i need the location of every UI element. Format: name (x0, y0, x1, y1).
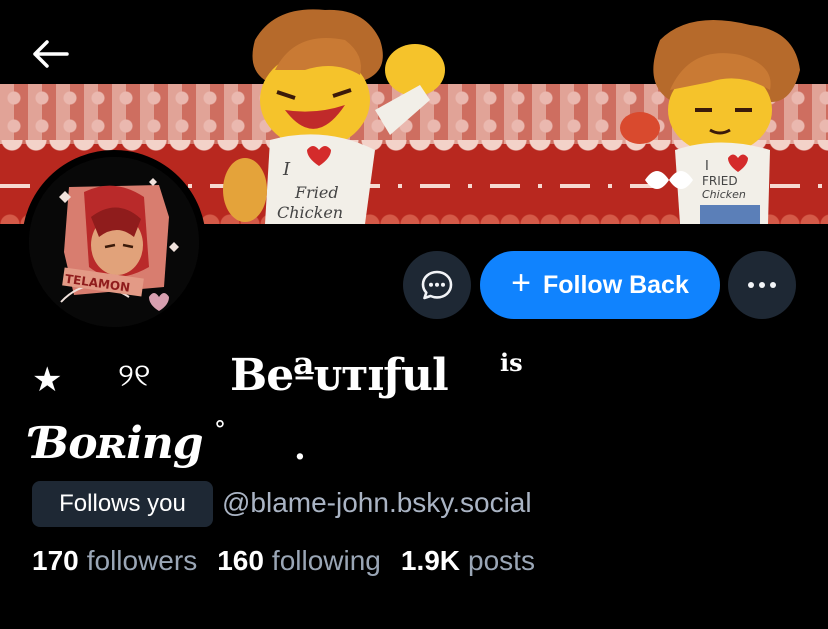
following-count: 160 (217, 545, 264, 576)
svg-text:Chicken: Chicken (277, 203, 343, 222)
message-button[interactable] (403, 251, 471, 319)
arrow-left-icon (33, 40, 69, 68)
avatar[interactable]: TELAMON (22, 150, 206, 334)
follow-back-label: Follow Back (542, 270, 689, 299)
back-button[interactable] (28, 34, 72, 74)
posts-label: posts (468, 545, 535, 576)
followers-link[interactable]: 170 followers (32, 545, 197, 577)
profile-handle: @blame-john.bsky.social (222, 487, 532, 518)
more-horizontal-icon (748, 282, 776, 288)
display-name-part: ★ (32, 360, 63, 400)
display-name-part: ୨୧ (118, 356, 151, 394)
chat-bubble-icon (421, 270, 453, 300)
followers-count: 170 (32, 545, 79, 576)
display-name-part: Beªᴜᴛɪƒul (230, 350, 449, 401)
display-name: ★ ୨୧ Beªᴜᴛɪƒul is Ɓᴏʀing ° . (32, 346, 592, 476)
followers-label: followers (86, 545, 198, 576)
banner-character-left: I Fried Chicken (223, 9, 445, 224)
display-name-part: is (500, 348, 523, 377)
display-name-part: . (294, 428, 306, 468)
more-options-button[interactable] (728, 251, 796, 319)
following-label: following (271, 545, 381, 576)
avatar-image: TELAMON (29, 157, 199, 327)
posts-stat: 1.9K posts (401, 545, 535, 577)
posts-count: 1.9K (400, 545, 461, 576)
follow-back-button[interactable]: + Follow Back (480, 251, 720, 319)
svg-text:Fried: Fried (294, 183, 339, 202)
svg-text:FRIED: FRIED (702, 174, 738, 188)
banner-character-right: I FRIED Chicken (620, 20, 800, 224)
display-name-part: Ɓᴏʀing (32, 418, 204, 469)
svg-text:Chicken: Chicken (702, 188, 746, 201)
left-shirt-text: I (282, 159, 291, 180)
follows-you-badge: Follows you (32, 481, 213, 527)
profile-stats: 170 followers 160 following 1.9K posts (32, 545, 535, 577)
plus-icon: + (511, 264, 531, 302)
display-name-part: ° (214, 416, 226, 444)
following-link[interactable]: 160 following (217, 545, 381, 577)
svg-text:I: I (705, 159, 709, 174)
